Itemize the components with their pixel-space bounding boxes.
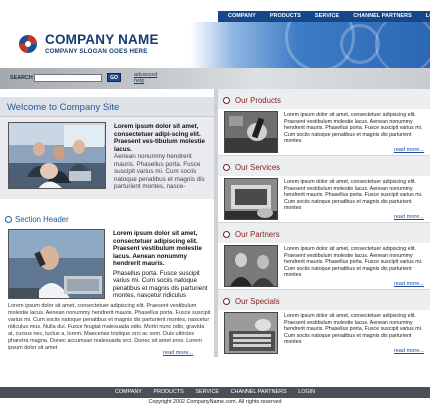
top-nav-products[interactable]: PRODUCTS xyxy=(263,11,308,22)
top-nav-channel-partners[interactable]: CHANNEL PARTNERS xyxy=(346,11,419,22)
search-input[interactable] xyxy=(34,74,102,82)
top-nav-service[interactable]: SERVICE xyxy=(308,11,346,22)
advanced-search-line2: help xyxy=(134,78,145,85)
company-name: COMPANY NAME xyxy=(45,32,159,47)
site-header: COMPANY NAME COMPANY SLOGAN GOES HERE xyxy=(0,22,430,70)
partners-read-more-link[interactable]: read more... xyxy=(394,281,424,287)
section-body-text: Lorem ipsum dolor sit amet, consectetuer… xyxy=(8,303,211,351)
products-section: Our Products Lorem ipsum dolor sit amet,… xyxy=(218,89,430,156)
top-nav-login[interactable]: LOGIN xyxy=(419,11,430,22)
partners-photo xyxy=(224,245,278,287)
specials-section: Our Specials Lorem ipsum dolor sit amet,… xyxy=(218,290,430,357)
partners-title: Our Partners xyxy=(235,230,280,239)
welcome-block: Lorem ipsum dolor sit amet, consectetuer… xyxy=(0,117,214,199)
specials-section-header: Our Specials xyxy=(218,290,430,310)
search-go-button[interactable]: GO xyxy=(107,73,121,82)
footer-nav-login[interactable]: LOGIN xyxy=(293,389,320,395)
section-bold-text: Lorem ipsum dolor sit amet, consectetuer… xyxy=(113,230,202,267)
copyright-text: Copyright 2002 CompanyName.com. All righ… xyxy=(148,399,282,405)
services-read-more-link[interactable]: read more... xyxy=(394,214,424,220)
company-slogan: COMPANY SLOGAN GOES HERE xyxy=(45,48,148,55)
section-header-label: Section Header xyxy=(15,215,69,224)
specials-photo xyxy=(224,312,278,354)
welcome-bold-text: Lorem ipsum dolor sit amet, consectetuer… xyxy=(114,123,205,153)
specials-text: Lorem ipsum dolor sit amet, consectetuer… xyxy=(284,313,423,346)
welcome-title: Welcome to Company Site xyxy=(7,102,120,113)
welcome-body-text: Aenean nonummy hendrerit mauris. Phasell… xyxy=(114,153,205,190)
products-title: Our Products xyxy=(235,96,281,105)
specials-title: Our Specials xyxy=(235,297,280,306)
specials-read-more-link[interactable]: read more... xyxy=(394,348,424,354)
services-bullet-icon xyxy=(223,164,230,171)
footer-nav-channel-partners[interactable]: CHANNEL PARTNERS xyxy=(226,389,292,395)
search-bar: SEARCH GO advanced help xyxy=(0,68,430,89)
products-text: Lorem ipsum dolor sit amet, consectetuer… xyxy=(284,112,423,145)
section-short-text: Phasellus porta. Fusce suscipit varius m… xyxy=(113,269,208,300)
partners-section: Our Partners Lorem ipsum dolor sit amet,… xyxy=(218,223,430,290)
footer-nav-products[interactable]: PRODUCTS xyxy=(148,389,188,395)
products-photo xyxy=(224,111,278,153)
search-label: SEARCH xyxy=(10,75,33,81)
top-nav-bar: COMPANY PRODUCTS SERVICE CHANNEL PARTNER… xyxy=(218,11,430,22)
services-text: Lorem ipsum dolor sit amet, consectetuer… xyxy=(284,179,423,212)
products-read-more-link[interactable]: read more... xyxy=(394,147,424,153)
section-read-more-link[interactable]: read more... xyxy=(163,350,193,356)
company-logo-icon[interactable] xyxy=(18,34,38,54)
advanced-search-link[interactable]: advanced help xyxy=(134,72,157,85)
phone-worker-photo xyxy=(8,229,105,299)
specials-bullet-icon xyxy=(223,298,230,305)
products-bullet-icon xyxy=(223,97,230,104)
services-section: Our Services Lorem ipsum dolor sit amet,… xyxy=(218,156,430,223)
services-section-header: Our Services xyxy=(218,156,430,176)
section-text: Lorem ipsum dolor sit amet, consectetuer… xyxy=(113,230,211,300)
products-section-header: Our Products xyxy=(218,89,430,109)
services-photo xyxy=(224,178,278,220)
welcome-title-bar: Welcome to Company Site xyxy=(0,97,214,117)
right-column: Our Products Lorem ipsum dolor sit amet,… xyxy=(218,89,430,357)
section-header-title: Section Header xyxy=(7,215,69,224)
footer-navigation: COMPANY PRODUCTS SERVICE CHANNEL PARTNER… xyxy=(0,387,430,398)
header-tech-graphic xyxy=(190,22,430,70)
welcome-text: Lorem ipsum dolor sit amet, consectetuer… xyxy=(114,123,210,191)
partners-section-header: Our Partners xyxy=(218,223,430,243)
top-navigation: COMPANY PRODUCTS SERVICE CHANNEL PARTNER… xyxy=(0,0,430,22)
partners-text: Lorem ipsum dolor sit amet, consectetuer… xyxy=(284,246,423,279)
footer-nav-service[interactable]: SERVICE xyxy=(190,389,224,395)
partners-bullet-icon xyxy=(223,231,230,238)
business-team-photo xyxy=(8,122,106,189)
services-title: Our Services xyxy=(235,163,281,172)
left-column: Welcome to Company Site Lorem ipsum dolo… xyxy=(0,89,214,357)
footer-nav-company[interactable]: COMPANY xyxy=(110,389,147,395)
top-nav-company[interactable]: COMPANY xyxy=(218,11,263,22)
